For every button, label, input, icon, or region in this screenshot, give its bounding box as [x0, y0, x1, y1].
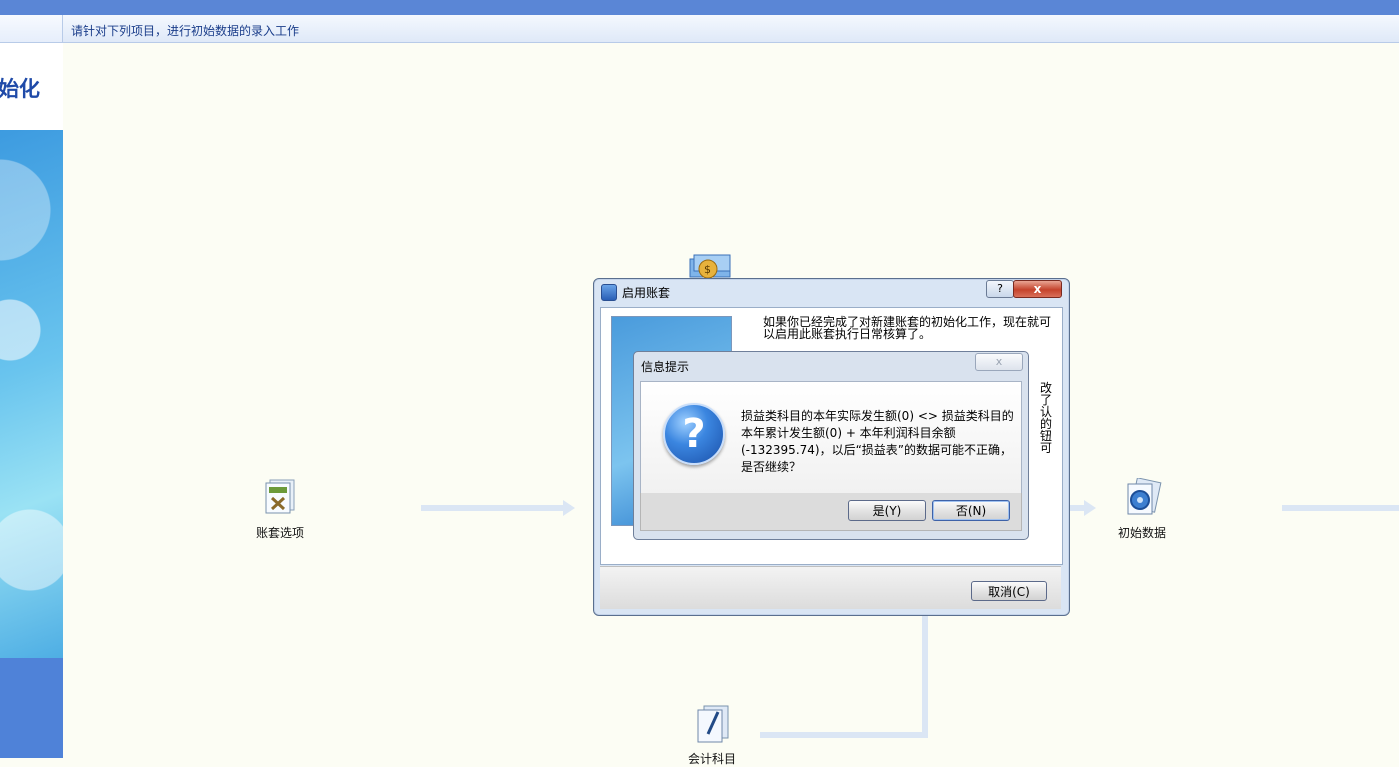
- pen-document-icon: [692, 704, 732, 744]
- left-panel-footer: [0, 658, 63, 758]
- close-button[interactable]: x: [1013, 280, 1062, 298]
- top-bar: [0, 0, 1399, 15]
- left-panel-title: 始化: [0, 77, 40, 101]
- no-button[interactable]: 否(N): [932, 500, 1010, 521]
- node-initial-data-label: 初始数据: [1117, 526, 1166, 540]
- app-icon: [601, 284, 617, 301]
- flow-arrow-line: [1282, 505, 1399, 511]
- enable-account-partial-text: 改了认的钮可: [1040, 381, 1053, 455]
- flow-arrow-head: [563, 500, 575, 516]
- info-message: 损益类科目的本年实际发生额(0) <> 损益类科目的本年累计发生额(0) + 本…: [741, 409, 1014, 474]
- hint-bar-left-cell: [0, 15, 63, 42]
- options-document-icon: [260, 478, 300, 518]
- node-initial-data[interactable]: 初始数据: [1112, 477, 1172, 541]
- hint-text: 请针对下列项目，进行初始数据的录入工作: [71, 24, 300, 38]
- node-account-options-label: 账套选项: [255, 526, 304, 540]
- enable-account-dialog-title: 启用账套: [622, 286, 671, 300]
- node-account-options[interactable]: 账套选项: [250, 478, 310, 541]
- flow-vertical-line: [922, 614, 928, 738]
- node-accounts-label: 会计科目: [687, 752, 736, 766]
- gear-document-icon: [1122, 477, 1162, 518]
- enable-account-description: 如果你已经完成了对新建账套的初始化工作，现在就可以启用此账套执行日常核算了。: [763, 315, 1052, 341]
- question-icon: ?: [663, 403, 725, 465]
- yes-button[interactable]: 是(Y): [848, 500, 926, 521]
- cancel-button[interactable]: 取消(C): [971, 581, 1047, 601]
- svg-text:$: $: [704, 263, 711, 276]
- money-bag-icon: $: [688, 253, 732, 279]
- flow-arrow-line: [421, 505, 571, 511]
- flow-arrow-head: [1084, 500, 1096, 516]
- info-dialog-title: 信息提示: [641, 360, 690, 374]
- left-panel-artwork: [0, 130, 63, 658]
- flow-arrow-line: [760, 732, 928, 738]
- close-icon[interactable]: x: [975, 353, 1023, 371]
- help-button[interactable]: ?: [986, 280, 1014, 298]
